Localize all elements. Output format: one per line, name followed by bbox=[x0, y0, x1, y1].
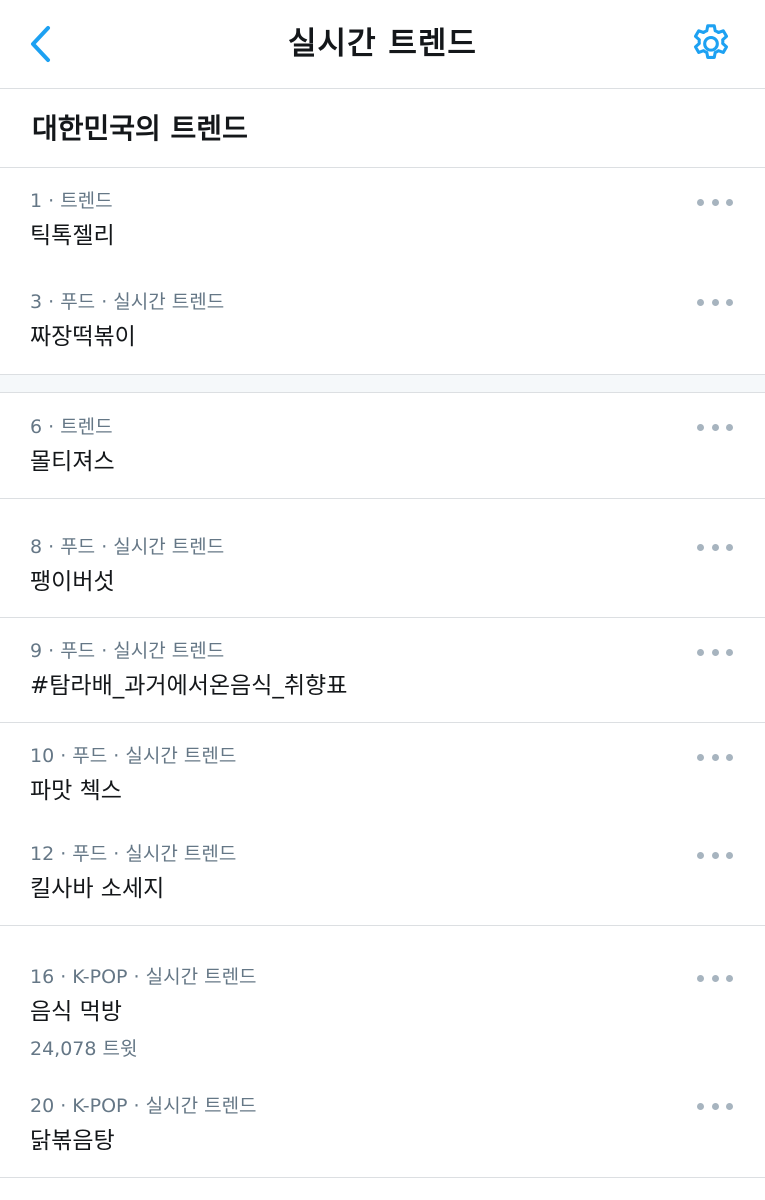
trend-name: 파맛 첵스 bbox=[30, 778, 122, 804]
more-options-button[interactable] bbox=[697, 190, 733, 214]
dot-icon bbox=[697, 648, 704, 656]
trend-meta: 16 · K-POP · 실시간 트렌드 bbox=[30, 966, 257, 988]
more-options-button[interactable] bbox=[697, 535, 733, 559]
trend-meta: 12 · 푸드 · 실시간 트렌드 bbox=[30, 843, 237, 865]
tweet-count: 24,078 트윗 bbox=[30, 1038, 138, 1060]
trend-item[interactable]: 1 · 트렌드 틱톡젤리 bbox=[0, 168, 765, 268]
trend-meta: 9 · 푸드 · 실시간 트렌드 bbox=[30, 640, 225, 662]
dot-icon bbox=[711, 423, 719, 431]
trend-name: 닭볶음탕 bbox=[30, 1128, 115, 1154]
trend-meta: 3 · 푸드 · 실시간 트렌드 bbox=[30, 291, 225, 313]
dot-icon bbox=[726, 851, 733, 859]
trend-item[interactable]: 3 · 푸드 · 실시간 트렌드 짜장떡볶이 bbox=[0, 268, 765, 374]
dot-icon bbox=[726, 974, 733, 982]
dot-icon bbox=[726, 1102, 733, 1110]
dot-icon bbox=[711, 298, 719, 306]
trend-item[interactable]: 9 · 푸드 · 실시간 트렌드 #탐라배_과거에서온음식_취향표 bbox=[0, 618, 765, 722]
section-header: 대한민국의 트렌드 bbox=[0, 89, 765, 168]
trend-name: 틱톡젤리 bbox=[30, 223, 115, 249]
trend-meta: 1 · 트렌드 bbox=[30, 190, 113, 212]
dot-icon bbox=[726, 298, 733, 306]
dot-icon bbox=[697, 753, 704, 761]
more-options-button[interactable] bbox=[697, 640, 733, 664]
trend-name: 킬사바 소세지 bbox=[30, 876, 165, 902]
dot-icon bbox=[711, 753, 719, 761]
top-bar: 실시간 트렌드 bbox=[0, 0, 765, 89]
dot-icon bbox=[711, 974, 719, 982]
dot-icon bbox=[697, 974, 704, 982]
trend-item[interactable]: 8 · 푸드 · 실시간 트렌드 팽이버섯 bbox=[0, 499, 765, 617]
more-options-button[interactable] bbox=[697, 745, 733, 769]
dot-icon bbox=[726, 753, 733, 761]
dot-icon bbox=[697, 543, 704, 551]
trend-meta: 8 · 푸드 · 실시간 트렌드 bbox=[30, 536, 225, 558]
dot-icon bbox=[697, 1102, 704, 1110]
dot-icon bbox=[697, 851, 704, 859]
dot-icon bbox=[711, 543, 719, 551]
dot-icon bbox=[711, 648, 719, 656]
dot-icon bbox=[697, 423, 704, 431]
section-title: 대한민국의 트렌드 bbox=[32, 112, 248, 145]
dot-icon bbox=[726, 543, 733, 551]
divider bbox=[0, 1177, 765, 1178]
more-options-button[interactable] bbox=[697, 290, 733, 314]
trend-item[interactable]: 20 · K-POP · 실시간 트렌드 닭볶음탕 bbox=[0, 1080, 765, 1177]
dot-icon bbox=[726, 648, 733, 656]
trend-item[interactable]: 6 · 트렌드 몰티져스 bbox=[0, 393, 765, 498]
more-options-button[interactable] bbox=[697, 966, 733, 990]
trend-name: 몰티져스 bbox=[30, 449, 115, 475]
dot-icon bbox=[726, 423, 733, 431]
section-gap bbox=[0, 375, 765, 392]
more-options-button[interactable] bbox=[697, 1094, 733, 1118]
settings-button[interactable] bbox=[687, 20, 735, 68]
trend-item[interactable]: 16 · K-POP · 실시간 트렌드 음식 먹방 24,078 트윗 bbox=[0, 926, 765, 1080]
dot-icon bbox=[697, 198, 704, 206]
trend-name: 음식 먹방 bbox=[30, 999, 122, 1025]
trend-name: 짜장떡볶이 bbox=[30, 324, 136, 350]
trend-name: #탐라배_과거에서온음식_취향표 bbox=[30, 673, 348, 699]
trend-name: 팽이버섯 bbox=[30, 569, 115, 595]
dot-icon bbox=[711, 198, 719, 206]
dot-icon bbox=[711, 1102, 719, 1110]
trend-meta: 10 · 푸드 · 실시간 트렌드 bbox=[30, 745, 237, 767]
trend-meta: 6 · 트렌드 bbox=[30, 416, 113, 438]
trend-item[interactable]: 10 · 푸드 · 실시간 트렌드 파맛 첵스 bbox=[0, 723, 765, 823]
trend-meta: 20 · K-POP · 실시간 트렌드 bbox=[30, 1095, 257, 1117]
dot-icon bbox=[697, 298, 704, 306]
trend-item[interactable]: 12 · 푸드 · 실시간 트렌드 킬사바 소세지 bbox=[0, 823, 765, 925]
more-options-button[interactable] bbox=[697, 843, 733, 867]
page-title: 실시간 트렌드 bbox=[288, 26, 477, 62]
dot-icon bbox=[726, 198, 733, 206]
gear-icon bbox=[693, 24, 729, 59]
more-options-button[interactable] bbox=[697, 415, 733, 439]
dot-icon bbox=[711, 851, 719, 859]
